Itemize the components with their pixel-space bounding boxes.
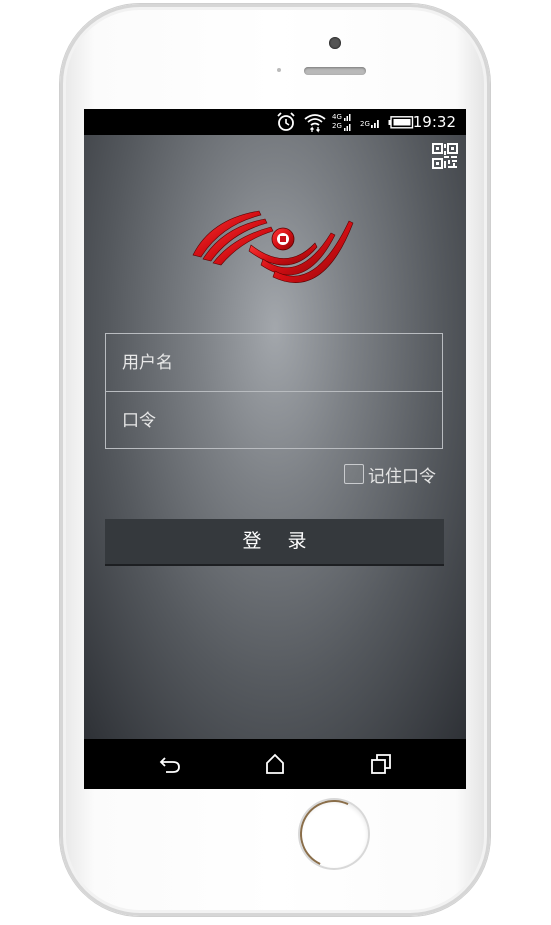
- home-button-ring: [290, 790, 378, 878]
- earpiece-speaker: [304, 67, 366, 75]
- username-input[interactable]: 用户名: [106, 334, 442, 392]
- remember-label: 记住口令: [368, 466, 436, 487]
- login-button[interactable]: 登录: [105, 519, 444, 566]
- status-time: 19:32: [412, 113, 456, 131]
- recent-apps-icon[interactable]: [369, 752, 393, 776]
- 2g-signal-icon: 2G: [360, 112, 382, 132]
- navigation-bar: [84, 739, 466, 789]
- net-4g-label: 4G: [332, 113, 342, 121]
- qr-code-icon[interactable]: [432, 143, 458, 169]
- battery-icon: [388, 116, 414, 129]
- password-placeholder: 口令: [122, 411, 156, 431]
- login-form: 用户名 口令: [105, 333, 443, 449]
- alarm-icon: [277, 112, 295, 131]
- front-camera: [329, 37, 341, 49]
- app-logo: [192, 210, 354, 283]
- net-2g-label: 2G: [332, 122, 342, 130]
- remember-checkbox[interactable]: [344, 464, 364, 484]
- back-icon[interactable]: [158, 752, 182, 776]
- screen: 4G 2G 2G 19:32 用户名 口令 记住口令 登录: [84, 109, 466, 789]
- 4g-signal-icon: 4G 2G: [332, 112, 354, 132]
- status-bar: 4G 2G 2G 19:32: [84, 109, 466, 135]
- password-input[interactable]: 口令: [106, 392, 442, 450]
- login-screen: 用户名 口令 记住口令 登录: [84, 135, 466, 739]
- proximity-sensor: [277, 68, 281, 72]
- net-2g-label-2: 2G: [360, 120, 370, 128]
- remember-password[interactable]: 记住口令: [344, 463, 436, 487]
- username-placeholder: 用户名: [122, 353, 173, 373]
- wifi-icon: [304, 114, 326, 133]
- home-icon[interactable]: [263, 752, 287, 776]
